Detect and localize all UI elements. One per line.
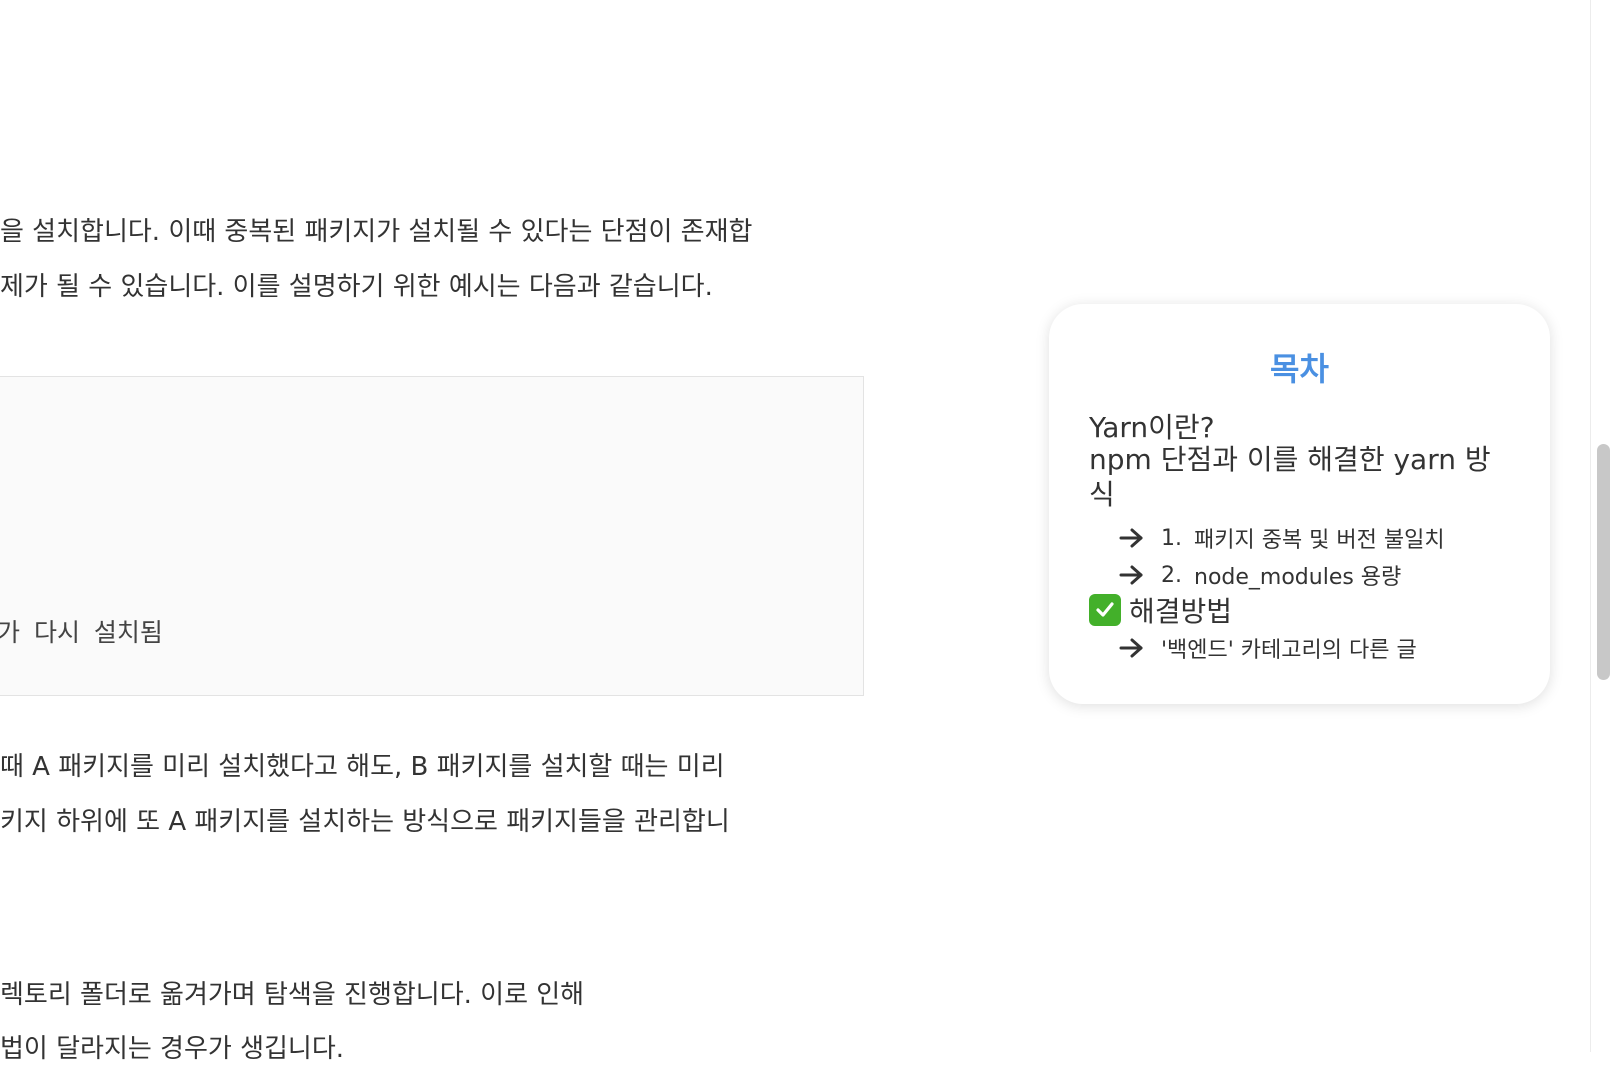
scrollbar-thumb[interactable] xyxy=(1597,444,1610,680)
toc-link-npm-drawbacks[interactable]: npm 단점과 이를 해결한 yarn 방식 xyxy=(1089,442,1509,512)
article-text-line: 을 설치합니다. 이때 중복된 패키지가 설치될 수 있다는 단점이 존재합 xyxy=(0,217,753,247)
scrollbar-track xyxy=(1590,0,1591,1052)
toc-item-label: '백엔드' 카테고리의 다른 글 xyxy=(1161,638,1417,663)
code-block: 가 다시 설치됨 xyxy=(0,376,864,696)
check-mark-icon xyxy=(1089,594,1121,626)
toc-title: 목차 xyxy=(1270,350,1329,388)
toc-link-solution[interactable]: 해결방법 xyxy=(1089,590,1232,630)
toc-item-label: 해결방법 xyxy=(1129,595,1233,628)
article-text-line: 렉토리 폴더로 옮겨가며 탐색을 진행합니다. 이로 인해 xyxy=(0,980,585,1010)
table-of-contents: 목차 Yarn이란? npm 단점과 이를 해결한 yarn 방식 1. 패키지… xyxy=(1049,304,1550,704)
toc-link-yarn[interactable]: Yarn이란? xyxy=(1089,406,1215,446)
article-text-line: 제가 될 수 있습니다. 이를 설명하기 위한 예시는 다음과 같습니다. xyxy=(0,272,713,302)
toc-item-label: 패키지 중복 및 버전 불일치 xyxy=(1194,528,1445,553)
toc-link-node-modules[interactable]: 2. node_modules 용량 xyxy=(1117,559,1401,591)
article-text-line: 법이 달라지는 경우가 생깁니다. xyxy=(0,1034,345,1064)
toc-item-number: 1. xyxy=(1161,525,1182,551)
article-text-line: 키지 하위에 또 A 패키지를 설치하는 방식으로 패키지들을 관리합니 xyxy=(0,807,730,837)
toc-link-package-duplication[interactable]: 1. 패키지 중복 및 버전 불일치 xyxy=(1117,522,1445,554)
arrow-right-icon xyxy=(1119,638,1143,658)
article-text-line: 때 A 패키지를 미리 설치했다고 해도, B 패키지를 설치할 때는 미리 xyxy=(0,752,725,782)
toc-link-related-posts[interactable]: '백엔드' 카테고리의 다른 글 xyxy=(1117,632,1417,664)
toc-item-label: node_modules 용량 xyxy=(1194,565,1402,590)
code-line: 가 다시 설치됨 xyxy=(0,618,163,647)
toc-item-number: 2. xyxy=(1161,562,1182,588)
arrow-right-icon xyxy=(1119,528,1143,548)
arrow-right-icon xyxy=(1119,565,1143,585)
